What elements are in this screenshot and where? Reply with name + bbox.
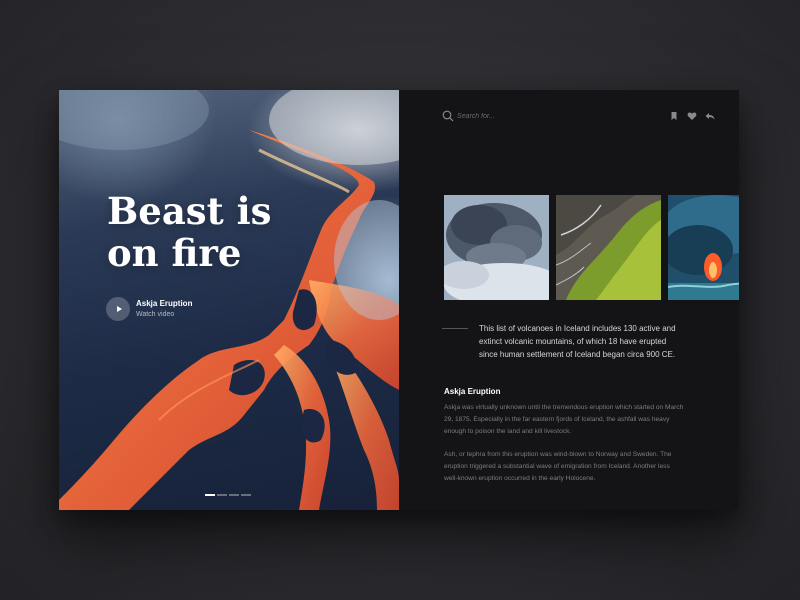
hero-image: Beast is on fire Askja Eruption Watch vi… [59, 90, 399, 510]
play-icon [116, 306, 122, 312]
heart-icon[interactable] [687, 111, 697, 121]
hero-title: Beast is on fire [107, 190, 307, 274]
bookmark-icon[interactable] [669, 111, 679, 121]
slide-pager [205, 494, 251, 496]
play-video-button[interactable] [106, 297, 130, 321]
article-paragraph-2: Ash, or tephra from this eruption was wi… [444, 451, 672, 482]
video-title[interactable]: Askja Eruption [136, 299, 192, 308]
green-ridge-thumbnail[interactable] [556, 195, 661, 300]
pager-dot-1[interactable] [205, 494, 215, 496]
article-paragraph-1: Askja was virtually unknown until the tr… [444, 404, 684, 435]
ash-cloud-thumbnail[interactable] [444, 195, 549, 300]
toolbar [669, 111, 715, 121]
intro-divider [442, 328, 468, 329]
watch-video-link[interactable]: Watch video [136, 311, 174, 318]
pager-dot-2[interactable] [217, 494, 227, 496]
volcano-card: Beast is on fire Askja Eruption Watch vi… [59, 90, 739, 510]
hero-title-line2: on fire [107, 231, 242, 275]
search-input[interactable] [457, 109, 577, 123]
thumbnail-strip [444, 195, 739, 300]
search-icon[interactable] [442, 110, 454, 122]
lava-glow-thumbnail[interactable] [668, 195, 739, 300]
pager-dot-3[interactable] [229, 494, 239, 496]
pager-dot-4[interactable] [241, 494, 251, 496]
intro-text: This list of volcanoes in Iceland includ… [479, 324, 676, 359]
reply-icon[interactable] [705, 111, 715, 121]
hero-title-line1: Beast is [107, 189, 272, 233]
article-title: Askja Eruption [444, 387, 501, 396]
info-panel: This list of volcanoes in Iceland includ… [399, 90, 739, 510]
